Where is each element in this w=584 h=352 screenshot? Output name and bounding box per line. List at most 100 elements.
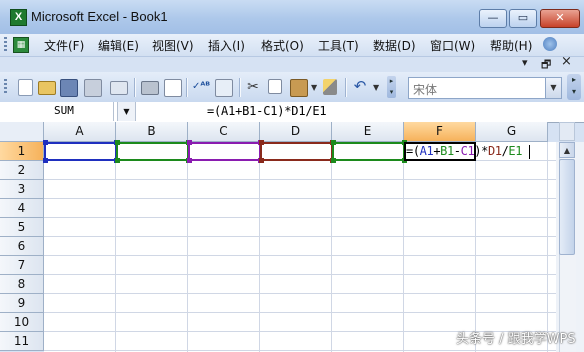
menu-edit[interactable]: 编辑(E) <box>98 37 139 54</box>
name-box-dropdown[interactable]: ▼ <box>117 102 136 121</box>
toolbar-options-chevron[interactable]: ▸ ▾ <box>567 74 581 100</box>
text-cursor <box>529 145 530 159</box>
reference-resize-handle[interactable] <box>115 140 120 145</box>
workbook-icon[interactable]: ▦ <box>13 37 29 53</box>
reference-highlight-b1 <box>116 142 189 161</box>
toolbar-separator <box>345 78 347 97</box>
reference-highlight-c1 <box>188 142 261 161</box>
formula-segment: B1 <box>440 144 454 158</box>
paste-dropdown-arrow[interactable]: ▼ <box>311 83 317 92</box>
title-bar: X Microsoft Excel - Book1 — ▭ ✕ <box>0 0 584 34</box>
new-document-icon[interactable] <box>18 79 33 96</box>
undo-icon[interactable]: ↶ <box>352 79 368 95</box>
active-cell-formula-text: =(A1+B1-C1)*D1/E1 <box>406 144 522 158</box>
print-icon[interactable] <box>141 81 159 95</box>
menu-grip-handle[interactable] <box>4 37 7 52</box>
reference-resize-handle[interactable] <box>43 140 48 145</box>
column-header-g[interactable]: G <box>476 122 548 142</box>
format-painter-icon[interactable] <box>323 79 337 95</box>
formula-segment: A1 <box>419 144 434 158</box>
reference-resize-handle[interactable] <box>187 140 192 145</box>
formula-segment: C1 <box>460 144 475 158</box>
minimize-button[interactable]: — <box>479 9 507 28</box>
maximize-button[interactable]: ▭ <box>509 9 537 28</box>
watermark-text: 头条号 / 跟我学WPS <box>456 332 576 347</box>
help-icon[interactable] <box>543 37 557 51</box>
formula-segment: )* <box>474 144 488 158</box>
print-preview-icon[interactable] <box>164 79 182 97</box>
name-box-value: SUM <box>54 104 74 117</box>
research-icon[interactable] <box>215 79 233 97</box>
row-header-3[interactable]: 3 <box>0 180 44 199</box>
formula-segment: =( <box>406 144 420 158</box>
reference-resize-handle[interactable] <box>259 140 264 145</box>
close-button[interactable]: ✕ <box>540 9 580 28</box>
reference-highlight-e1 <box>332 142 405 161</box>
excel-app-icon[interactable]: X <box>10 9 27 26</box>
menu-help[interactable]: 帮助(H) <box>490 37 532 54</box>
column-header-e[interactable]: E <box>332 122 404 142</box>
undo-dropdown-arrow[interactable]: ▼ <box>373 83 379 92</box>
spelling-check-icon[interactable]: ✓ᴬᴮ <box>192 79 210 95</box>
font-name-value: 宋体 <box>413 83 438 97</box>
menu-data[interactable]: 数据(D) <box>373 37 416 54</box>
toolbar-separator <box>134 78 136 97</box>
row-header-10[interactable]: 10 <box>0 313 44 332</box>
row-header-5[interactable]: 5 <box>0 218 44 237</box>
row-header-1[interactable]: 1 <box>0 142 44 161</box>
row-header-11[interactable]: 11 <box>0 332 44 351</box>
formula-segment: D1 <box>487 144 502 158</box>
reference-highlight-a1 <box>44 142 117 161</box>
menu-window[interactable]: 窗口(W) <box>430 37 475 54</box>
reference-resize-handle[interactable] <box>43 158 48 163</box>
column-header-f[interactable]: F <box>404 122 476 142</box>
save-icon[interactable] <box>60 79 78 97</box>
row-header-7[interactable]: 7 <box>0 256 44 275</box>
toolbar-separator <box>239 78 241 97</box>
formula-segment: - <box>453 144 461 158</box>
menu-tools[interactable]: 工具(T) <box>318 37 359 54</box>
font-name-combobox[interactable]: 宋体 ▼ <box>408 77 562 99</box>
doc-minimize-button[interactable]: ▾ <box>522 56 528 69</box>
reference-resize-handle[interactable] <box>187 158 192 163</box>
open-folder-icon[interactable] <box>38 81 56 95</box>
toolbar-overflow-chevron[interactable]: ▸ ▾ <box>387 76 396 98</box>
row-header-4[interactable]: 4 <box>0 199 44 218</box>
column-header-b[interactable]: B <box>116 122 188 142</box>
menu-format[interactable]: 格式(O) <box>261 37 304 54</box>
menu-insert[interactable]: 插入(I) <box>208 37 245 54</box>
permission-icon[interactable] <box>84 79 102 97</box>
formula-input[interactable]: =(A1+B1-C1)*D1/E1 <box>207 104 327 118</box>
window-title: Microsoft Excel - Book1 <box>31 9 168 24</box>
row-header-8[interactable]: 8 <box>0 275 44 294</box>
row-header-2[interactable]: 2 <box>0 161 44 180</box>
menu-bar: ▦ 文件(F) 编辑(E) 视图(V) 插入(I) 格式(O) 工具(T) 数据… <box>0 34 584 57</box>
column-header-c[interactable]: C <box>188 122 260 142</box>
doc-close-button[interactable]: × <box>561 54 572 69</box>
scrollbar-thumb[interactable] <box>559 159 575 255</box>
reference-resize-handle[interactable] <box>331 158 336 163</box>
select-all-corner[interactable] <box>0 122 44 142</box>
toolbar-grip-handle[interactable] <box>4 79 7 94</box>
name-box[interactable]: SUM <box>8 102 114 121</box>
row-header-6[interactable]: 6 <box>0 237 44 256</box>
formula-segment: E1 <box>508 144 523 158</box>
menu-view[interactable]: 视图(V) <box>152 37 194 54</box>
reference-resize-handle[interactable] <box>331 140 336 145</box>
worksheet-grid[interactable] <box>44 142 556 352</box>
reference-highlight-d1 <box>260 142 333 161</box>
email-icon[interactable] <box>110 81 128 95</box>
reference-resize-handle[interactable] <box>259 158 264 163</box>
chevron-down-icon[interactable]: ▼ <box>545 78 561 98</box>
column-header-a[interactable]: A <box>44 122 116 142</box>
copy-icon[interactable] <box>268 79 282 94</box>
cut-icon[interactable]: ✂ <box>245 79 261 95</box>
scroll-up-arrow[interactable]: ▲ <box>559 142 575 158</box>
menu-file[interactable]: 文件(F) <box>44 37 84 54</box>
split-box-handle[interactable] <box>559 122 575 141</box>
column-header-d[interactable]: D <box>260 122 332 142</box>
reference-resize-handle[interactable] <box>115 158 120 163</box>
paste-icon[interactable] <box>290 79 308 97</box>
row-header-9[interactable]: 9 <box>0 294 44 313</box>
toolbar-separator <box>186 78 188 97</box>
